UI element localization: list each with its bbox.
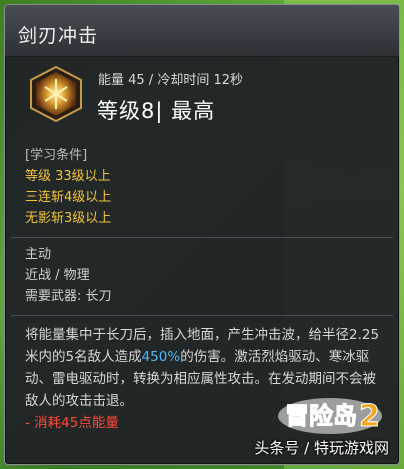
skill-type-section: 主动 近战 / 物理 需要武器: 长刀 [5, 238, 399, 307]
damage-percent: 450% [141, 349, 181, 365]
requirement-item: 等级 33级以上 [25, 169, 111, 184]
svg-text:2: 2 [359, 399, 380, 434]
requirements-section: [学习条件] 等级 33级以上 三连斩4级以上 无影斩3级以上 [5, 139, 399, 229]
requirement-item: 三连斩4级以上 [25, 190, 112, 205]
skill-icon [30, 65, 82, 123]
requirement-item: 无影斩3级以上 [25, 211, 112, 226]
skill-level: 等级8| 最高 [97, 99, 216, 123]
requirements-title: [学习条件] [25, 148, 88, 163]
tooltip-title-bar: 剑刃冲击 [5, 5, 399, 57]
skill-category: 近战 / 物理 [25, 268, 90, 283]
skill-header: 能量 45 / 冷却时间 12秒 等级8| 最高 [5, 57, 399, 139]
svg-text:冒险岛: 冒险岛 [285, 402, 357, 430]
watermark: 头条号 / 特玩游戏网 [254, 439, 389, 457]
skill-meta: 能量 45 / 冷却时间 12秒 [98, 73, 243, 88]
required-weapon: 需要武器: 长刀 [25, 289, 112, 304]
skill-tooltip: 剑刃冲击 能量 45 / 冷却时间 12秒 等级8| 最高 [学习条件] 等级 [4, 4, 400, 465]
skill-kind: 主动 [25, 247, 52, 262]
skill-title: 剑刃冲击 [18, 25, 99, 47]
game-logo: 冒险岛 2 [278, 398, 382, 435]
